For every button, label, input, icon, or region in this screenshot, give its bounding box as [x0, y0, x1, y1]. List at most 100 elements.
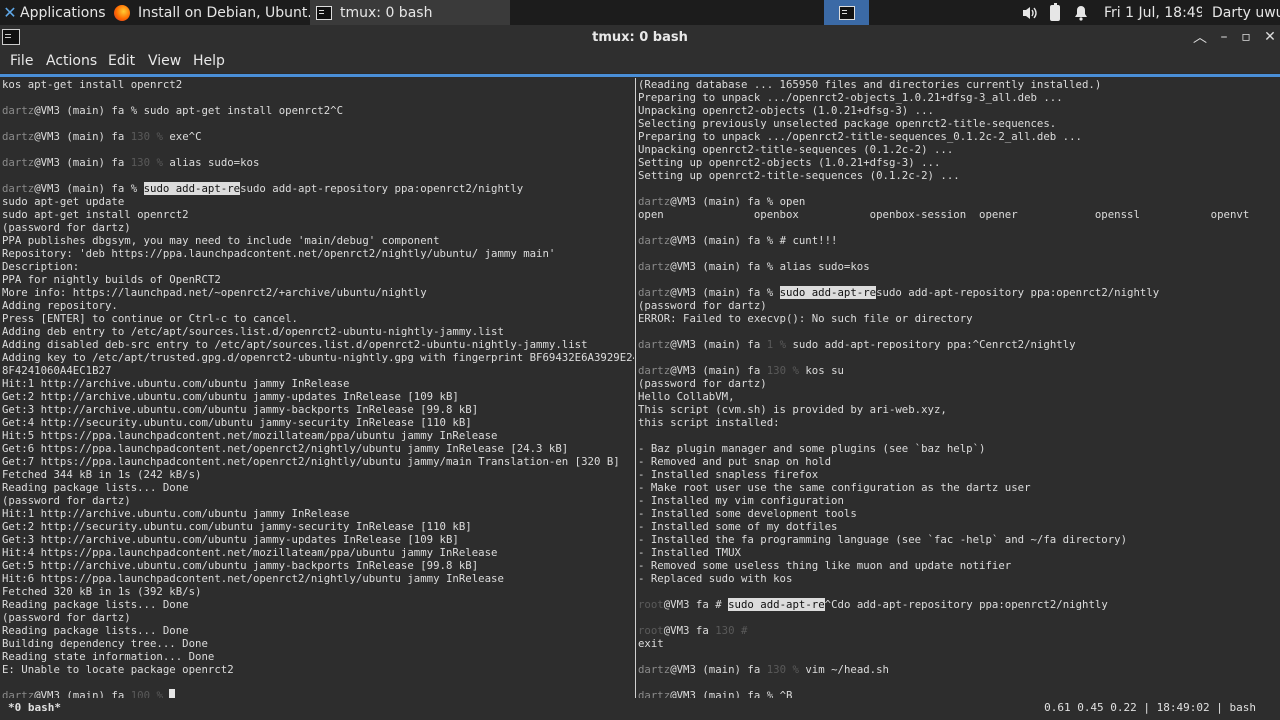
terminal-line: exit — [638, 637, 1278, 650]
terminal-line: Hit:5 https://ppa.launchpadcontent.net/m… — [2, 429, 634, 442]
tmux-pane-right[interactable]: (Reading database ... 165950 files and d… — [638, 78, 1278, 702]
applications-menu-button[interactable]: ✕ Applications — [0, 0, 106, 25]
window-titlebar[interactable]: tmux: 0 bash ︿ – ▫ ✕ — [0, 25, 1280, 50]
terminal-text: dartz — [2, 182, 35, 195]
terminal-text: Hit:4 https://ppa.launchpadcontent.net/m… — [2, 546, 498, 559]
terminal-line: Setting up openrct2-objects (1.0.21+dfsg… — [638, 156, 1278, 169]
pane-divider[interactable] — [635, 78, 636, 700]
workspace-terminal-button[interactable] — [824, 0, 869, 25]
terminal-text: @VM3 fa # — [663, 598, 729, 611]
terminal-text: - Removed some useless thing like muon a… — [638, 559, 1012, 572]
terminal-text: dartz — [2, 156, 35, 169]
terminal-text: Get:5 http://archive.ubuntu.com/ubuntu j… — [2, 559, 479, 572]
user-menu[interactable]: Darty uwu — [1212, 0, 1280, 25]
terminal-text: sudo add-apt-repository ppa:openrct2/nig… — [240, 182, 524, 195]
terminal-text: @VM3 (main) fa % # cunt!!! — [670, 234, 838, 247]
terminal-text: Reading state information... Done — [2, 650, 215, 663]
terminal-text: More info: https://launchpad.net/~openrc… — [2, 286, 427, 299]
terminal-line: dartz@VM3 (main) fa 130 % vim ~/head.sh — [638, 663, 1278, 676]
terminal-text: Adding key to /etc/apt/trusted.gpg.d/ope… — [2, 351, 634, 364]
terminal-text: Hello CollabVM, — [638, 390, 735, 403]
terminal-text: Get:7 https://ppa.launchpadcontent.net/o… — [2, 455, 620, 468]
menu-view[interactable]: View — [148, 50, 181, 73]
tmux-status-right: 0.61 0.45 0.22 | 18:49:02 | bash — [1044, 701, 1256, 714]
terminal-text: dartz — [2, 130, 35, 143]
terminal-line: sudo apt-get update — [2, 195, 634, 208]
terminal-text: dartz — [638, 364, 671, 377]
menu-actions[interactable]: Actions — [46, 50, 97, 73]
terminal-text: - Make root user use the same configurat… — [638, 481, 1031, 494]
terminal-line: dartz@VM3 (main) fa 1 % sudo add-apt-rep… — [638, 338, 1278, 351]
terminal-text: Get:6 https://ppa.launchpadcontent.net/o… — [2, 442, 569, 455]
terminal-text: Setting up openrct2-title-sequences (0.1… — [638, 169, 960, 182]
terminal-text: Hit:5 https://ppa.launchpadcontent.net/m… — [2, 429, 498, 442]
terminal-text: (password for dartz) — [2, 221, 131, 234]
terminal-text: - Installed the fa programming language … — [638, 533, 1128, 546]
terminal-line: (Reading database ... 165950 files and d… — [638, 78, 1278, 91]
clock[interactable]: Fri 1 Jul, 18:49 — [1104, 0, 1202, 25]
tmux-pane-left[interactable]: kos apt-get install openrct2 dartz@VM3 (m… — [2, 78, 634, 702]
terminal-text: kos su — [798, 364, 844, 377]
roll-up-icon[interactable]: ︿ — [1190, 27, 1210, 47]
menubar: File Actions Edit View Help — [0, 50, 1280, 73]
terminal-line: Hit:6 https://ppa.launchpadcontent.net/o… — [2, 572, 634, 585]
terminal-text: Get:3 http://archive.ubuntu.com/ubuntu j… — [2, 403, 479, 416]
terminal-text: Get:3 http://archive.ubuntu.com/ubuntu j… — [2, 533, 459, 546]
terminal-line: Repository: 'deb https://ppa.launchpadco… — [2, 247, 634, 260]
menu-edit[interactable]: Edit — [108, 50, 135, 73]
terminal-text: - Replaced sudo with kos — [638, 572, 793, 585]
menu-file[interactable]: File — [10, 50, 33, 73]
terminal-text: Setting up openrct2-objects (1.0.21+dfsg… — [638, 156, 941, 169]
notification-bell-icon[interactable] — [1072, 0, 1090, 25]
terminal-line: Get:7 https://ppa.launchpadcontent.net/o… — [2, 455, 634, 468]
terminal-line: - Installed some of my dotfiles — [638, 520, 1278, 533]
battery-icon[interactable] — [1046, 0, 1064, 25]
xfce-logo-icon: ✕ — [3, 3, 17, 22]
terminal-text: (password for dartz) — [638, 377, 767, 390]
terminal-text: @VM3 (main) fa — [34, 130, 131, 143]
terminal-line: sudo apt-get install openrct2 — [2, 208, 634, 221]
minimize-icon[interactable]: – — [1214, 27, 1234, 47]
close-icon[interactable]: ✕ — [1260, 27, 1280, 47]
terminal-text: - Installed snapless firefox — [638, 468, 819, 481]
taskbar-item-firefox[interactable]: Install on Debian, Ubunt... — [108, 0, 310, 25]
highlighted-text: sudo add-apt-re — [143, 182, 241, 195]
terminal-line: (password for dartz) — [638, 299, 1278, 312]
tmux-window-list[interactable]: *0 bash* — [8, 701, 61, 714]
terminal-text: Preparing to unpack .../openrct2-objects… — [638, 91, 1063, 104]
terminal-line: Unpacking openrct2-title-sequences (0.1.… — [638, 143, 1278, 156]
terminal-line: Reading package lists... Done — [2, 624, 634, 637]
terminal-text: Fetched 344 kB in 1s (242 kB/s) — [2, 468, 202, 481]
terminal-line: Unpacking openrct2-objects (1.0.21+dfsg-… — [638, 104, 1278, 117]
terminal-text: dartz — [2, 104, 35, 117]
terminal-line: Preparing to unpack .../openrct2-objects… — [638, 91, 1278, 104]
tmux-status-bar: *0 bash* 0.61 0.45 0.22 | 18:49:02 | bas… — [0, 698, 1280, 718]
terminal-text: dartz — [638, 260, 671, 273]
terminal-line: Get:6 https://ppa.launchpadcontent.net/o… — [2, 442, 634, 455]
taskbar-item-tmux[interactable]: tmux: 0 bash — [310, 0, 510, 25]
terminal-text: dartz — [638, 195, 671, 208]
terminal-line: kos apt-get install openrct2 — [2, 78, 634, 91]
menu-help[interactable]: Help — [193, 50, 225, 73]
terminal-line: Get:2 http://security.ubuntu.com/ubuntu … — [2, 520, 634, 533]
terminal-line: Adding key to /etc/apt/trusted.gpg.d/ope… — [2, 351, 634, 364]
terminal-line: dartz@VM3 (main) fa % sudo apt-get insta… — [2, 104, 634, 117]
volume-icon[interactable] — [1020, 0, 1040, 25]
maximize-icon[interactable]: ▫ — [1236, 27, 1256, 47]
terminal-line: Hit:1 http://archive.ubuntu.com/ubuntu j… — [2, 507, 634, 520]
terminal-view[interactable]: kos apt-get install openrct2 dartz@VM3 (m… — [0, 74, 1280, 720]
terminal-text: sudo add-apt-repository ppa:openrct2/nig… — [876, 286, 1160, 299]
terminal-line: Adding disabled deb-src entry to /etc/ap… — [2, 338, 634, 351]
terminal-line: This script (cvm.sh) is provided by ari-… — [638, 403, 1278, 416]
terminal-text: Unpacking openrct2-title-sequences (0.1.… — [638, 143, 954, 156]
terminal-text: 130 % — [766, 663, 799, 676]
terminal-text: Adding repository. — [2, 299, 118, 312]
terminal-text: exit — [638, 637, 664, 650]
terminal-line: More info: https://launchpad.net/~openrc… — [2, 286, 634, 299]
